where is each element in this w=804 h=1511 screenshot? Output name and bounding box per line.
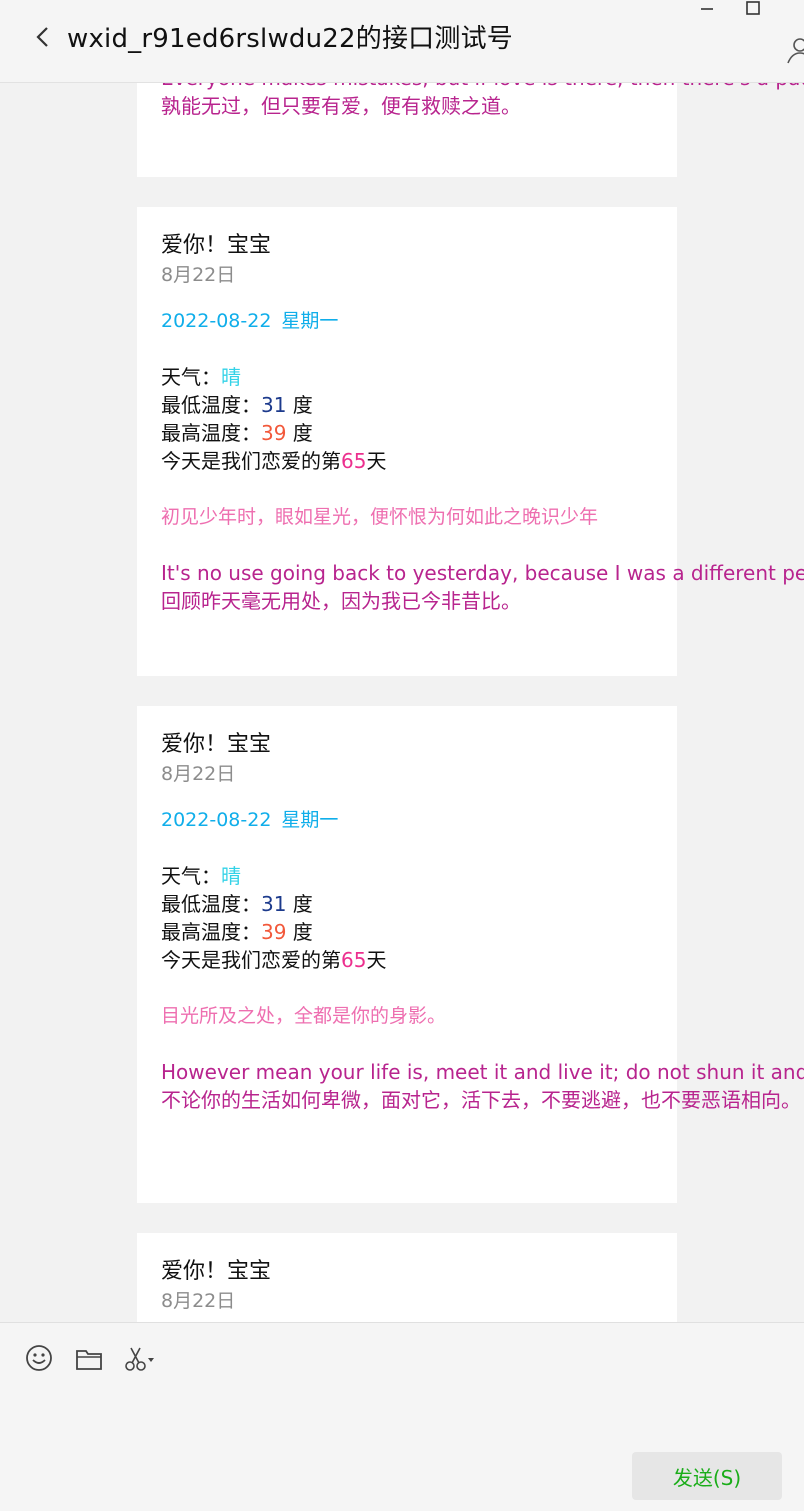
message-card: 爱你！宝宝 8月22日 2022-08-22 星期一 天气：晴 最低温度：31 度… — [137, 706, 804, 1203]
temp-unit: 度 — [286, 421, 313, 445]
card-date: 8月22日 — [161, 763, 236, 785]
quote-english: However mean your life is, meet it and l… — [161, 1060, 804, 1084]
quote-chinese: 孰能无过，但只要有爱，便有救赎之道。 — [161, 94, 521, 118]
temp-unit: 度 — [286, 920, 313, 944]
low-temp-label: 最低温度： — [161, 393, 261, 417]
date-value: 2022-08-22 — [161, 809, 272, 831]
message-card: 爱你！宝宝 8月22日 — [137, 1233, 677, 1322]
chat-header: wxid_r91ed6rslwdu22的接口测试号 — [0, 0, 804, 83]
quote-english: It's no use going back to yesterday, bec… — [161, 561, 804, 585]
poem-line: 目光所及之处，全都是你的身影。 — [161, 1005, 447, 1027]
message-card: 爱你！宝宝 8月22日 2022-08-22 星期一 天气：晴 最低温度：31 度… — [137, 207, 804, 676]
send-button[interactable]: 发送(S) — [632, 1452, 782, 1500]
low-temp-line: 最低温度：31 度 — [161, 890, 653, 918]
card-date: 8月22日 — [161, 264, 236, 286]
low-temp-value: 31 — [261, 892, 287, 916]
weather-label: 天气： — [161, 365, 221, 389]
chat-messages[interactable]: Everyone makes mistakes, but if love is … — [0, 83, 804, 1322]
love-days-suffix: 天 — [366, 449, 387, 473]
folder-icon[interactable] — [74, 1343, 106, 1375]
scissors-icon[interactable] — [122, 1343, 154, 1375]
emoji-icon[interactable] — [24, 1343, 56, 1375]
love-days-value: 65 — [341, 948, 367, 972]
date-line: 2022-08-22 星期一 — [161, 307, 653, 335]
love-days-value: 65 — [341, 449, 367, 473]
chevron-left-icon[interactable] — [30, 22, 58, 52]
weather-label: 天气： — [161, 864, 221, 888]
card-title: 爱你！宝宝 — [161, 1259, 272, 1284]
date-line: 2022-08-22 星期一 — [161, 806, 653, 834]
weather-line: 天气：晴 — [161, 862, 653, 890]
quote-chinese: 回顾昨天毫无用处，因为我已今非昔比。 — [161, 589, 521, 613]
high-temp-label: 最高温度： — [161, 421, 261, 445]
weekday-value: 星期一 — [281, 310, 339, 332]
weather-value: 晴 — [221, 365, 241, 389]
high-temp-label: 最高温度： — [161, 920, 261, 944]
love-days-suffix: 天 — [366, 948, 387, 972]
minimize-icon[interactable] — [692, 0, 722, 18]
love-days-prefix: 今天是我们恋爱的第 — [161, 449, 341, 473]
weather-value: 晴 — [221, 864, 241, 888]
message-card: Everyone makes mistakes, but if love is … — [137, 83, 804, 177]
love-days-line: 今天是我们恋爱的第65天 — [161, 447, 653, 475]
temp-unit: 度 — [286, 892, 313, 916]
love-days-line: 今天是我们恋爱的第65天 — [161, 946, 653, 974]
chat-title: wxid_r91ed6rslwdu22的接口测试号 — [67, 24, 513, 54]
high-temp-line: 最高温度：39 度 — [161, 419, 653, 447]
quote-chinese: 不论你的生活如何卑微，面对它，活下去，不要逃避，也不要恶语相向。 — [161, 1088, 801, 1112]
card-title: 爱你！宝宝 — [161, 732, 272, 757]
low-temp-label: 最低温度： — [161, 892, 261, 916]
maximize-icon[interactable] — [738, 0, 768, 18]
date-value: 2022-08-22 — [161, 310, 272, 332]
quote-english: Everyone makes mistakes, but if love is … — [161, 83, 804, 92]
weekday-value: 星期一 — [281, 809, 339, 831]
high-temp-value: 39 — [261, 920, 287, 944]
high-temp-value: 39 — [261, 421, 287, 445]
poem-line: 初见少年时，眼如星光，便怀恨为何如此之晚识少年 — [161, 506, 599, 528]
card-date: 8月22日 — [161, 1290, 236, 1312]
weather-line: 天气：晴 — [161, 363, 653, 391]
love-days-prefix: 今天是我们恋爱的第 — [161, 948, 341, 972]
message-input-area[interactable]: 发送(S) — [0, 1322, 804, 1511]
person-icon[interactable] — [784, 36, 804, 66]
card-title: 爱你！宝宝 — [161, 233, 272, 258]
high-temp-line: 最高温度：39 度 — [161, 918, 653, 946]
low-temp-line: 最低温度：31 度 — [161, 391, 653, 419]
temp-unit: 度 — [286, 393, 313, 417]
low-temp-value: 31 — [261, 393, 287, 417]
